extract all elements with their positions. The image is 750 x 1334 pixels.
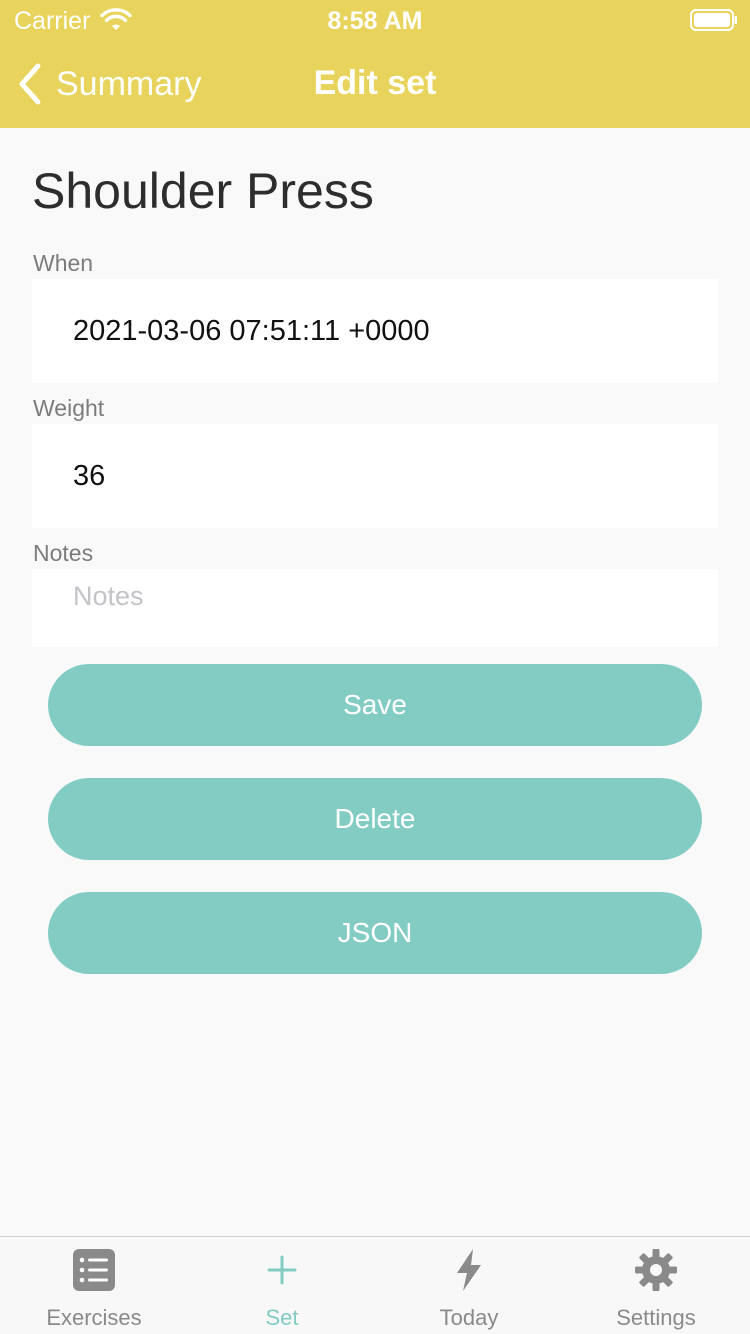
weight-field[interactable]: 36 [32,424,718,528]
exercise-name: Shoulder Press [32,163,374,219]
status-time: 8:58 AM [327,7,423,35]
nav-bar: Summary Edit set [0,40,750,128]
tab-bar: Exercises Set Today Settings [0,1236,750,1334]
battery-icon [690,9,737,31]
notes-placeholder: Notes [73,581,144,611]
weight-label: Weight [33,395,105,421]
tab-today[interactable]: Today [375,1237,563,1334]
tab-set[interactable]: Set [188,1237,376,1334]
when-field[interactable]: 2021-03-06 07:51:11 +0000 [32,279,718,383]
when-value: 2021-03-06 07:51:11 +0000 [73,315,430,347]
edit-set-screen: Carrier 8:58 AM Summary Edit set Shoulde… [0,0,750,1334]
header: Carrier 8:58 AM Summary Edit set [0,0,750,128]
tab-label-set: Set [265,1305,299,1330]
tab-label-today: Today [439,1305,499,1330]
save-button[interactable]: Save [48,664,702,746]
notes-label: Notes [33,540,94,566]
nav-title: Edit set [313,64,437,102]
tab-label-settings: Settings [616,1305,696,1330]
gear-icon [635,1249,677,1291]
plus-icon [267,1255,297,1285]
tab-exercises[interactable]: Exercises [0,1237,188,1334]
status-bar: Carrier 8:58 AM [0,0,750,40]
weight-value: 36 [73,460,106,492]
notes-field[interactable]: Notes [32,569,718,647]
tab-label-exercises: Exercises [46,1305,142,1330]
lightning-icon [457,1249,481,1291]
json-button[interactable]: JSON [48,892,702,974]
when-label: When [33,250,94,276]
tab-settings[interactable]: Settings [562,1237,750,1334]
delete-button[interactable]: Delete [48,778,702,860]
list-icon [73,1249,115,1291]
